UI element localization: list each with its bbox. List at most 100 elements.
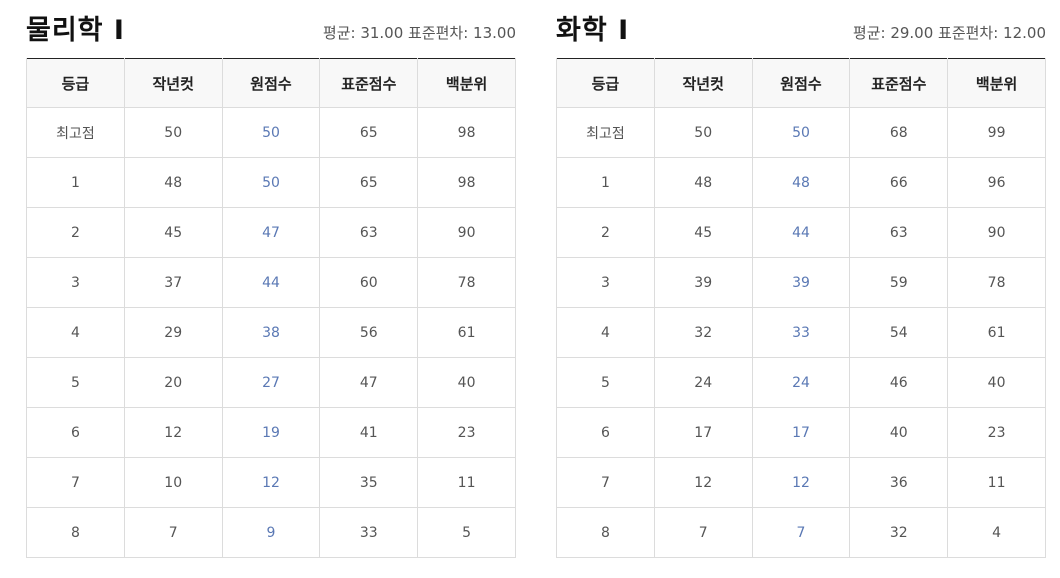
table-cell: 최고점 <box>556 107 655 158</box>
table-cell: 11 <box>417 457 516 508</box>
table-cell: 9 <box>221 507 321 558</box>
grade-table: 등급 작년컷 원점수 표준점수 백분위 최고점 50 50 65 98 1 48 50 65 98 2 45 47… <box>26 58 516 558</box>
table-cell: 12 <box>123 407 223 458</box>
table-cell: 63 <box>849 207 949 258</box>
table-cell: 12 <box>221 457 321 508</box>
table-cell: 35 <box>319 457 419 508</box>
panel-title: 물리학 Ⅰ <box>26 15 125 46</box>
panel-stats: 평균: 31.00 표준편차: 13.00 <box>322 24 516 42</box>
table-row: 최고점 50 50 68 99 <box>556 107 1046 158</box>
table-row: 6 12 19 41 23 <box>26 407 516 458</box>
table-cell: 56 <box>319 307 419 358</box>
table-cell: 32 <box>653 307 753 358</box>
table-cell: 65 <box>319 107 419 158</box>
table-cell: 44 <box>221 257 321 308</box>
table-cell: 40 <box>947 357 1046 408</box>
table-cell: 12 <box>653 457 753 508</box>
table-cell: 10 <box>123 457 223 508</box>
table-cell: 61 <box>947 307 1046 358</box>
table-cell: 8 <box>26 507 125 558</box>
column-header: 표준점수 <box>319 58 419 108</box>
table-cell: 23 <box>947 407 1046 458</box>
table-cell: 33 <box>751 307 851 358</box>
column-header: 등급 <box>26 58 125 108</box>
table-cell: 48 <box>123 157 223 208</box>
table-cell: 27 <box>221 357 321 408</box>
table-cell: 66 <box>849 157 949 208</box>
table-cell: 41 <box>319 407 419 458</box>
table-row: 8 7 7 32 4 <box>556 507 1046 558</box>
column-header: 작년컷 <box>653 58 753 108</box>
table-cell: 90 <box>417 207 516 258</box>
table-cell: 48 <box>751 157 851 208</box>
table-row: 3 37 44 60 78 <box>26 257 516 308</box>
table-cell: 1 <box>556 157 655 208</box>
table-row: 1 48 48 66 96 <box>556 157 1046 208</box>
table-cell: 90 <box>947 207 1046 258</box>
table-cell: 50 <box>653 107 753 158</box>
panel-header: 물리학 Ⅰ 평균: 31.00 표준편차: 13.00 <box>26 0 516 58</box>
column-header: 원점수 <box>751 58 851 108</box>
table-cell: 7 <box>556 457 655 508</box>
table-cell: 19 <box>221 407 321 458</box>
table-cell: 78 <box>947 257 1046 308</box>
table-cell: 68 <box>849 107 949 158</box>
physics-panel: 물리학 Ⅰ 평균: 31.00 표준편차: 13.00 등급 작년컷 원점수 표준점수… <box>26 0 516 558</box>
column-header: 원점수 <box>221 58 321 108</box>
table-cell: 54 <box>849 307 949 358</box>
table-cell: 61 <box>417 307 516 358</box>
table-row: 3 39 39 59 78 <box>556 257 1046 308</box>
table-cell: 4 <box>556 307 655 358</box>
table-cell: 98 <box>417 157 516 208</box>
table-row: 1 48 50 65 98 <box>26 157 516 208</box>
table-cell: 3 <box>556 257 655 308</box>
table-cell: 11 <box>947 457 1046 508</box>
table-cell: 38 <box>221 307 321 358</box>
panel-title: 화학 Ⅰ <box>556 15 630 46</box>
table-cell: 45 <box>123 207 223 258</box>
table-cell: 96 <box>947 157 1046 208</box>
column-header: 백분위 <box>417 58 516 108</box>
table-cell: 12 <box>751 457 851 508</box>
table-cell: 5 <box>26 357 125 408</box>
table-cell: 7 <box>653 507 753 558</box>
table-cell: 2 <box>26 207 125 258</box>
table-cell: 32 <box>849 507 949 558</box>
panel-stats: 평균: 29.00 표준편차: 12.00 <box>852 24 1046 42</box>
table-cell: 5 <box>556 357 655 408</box>
table-cell: 40 <box>849 407 949 458</box>
table-row: 6 17 17 40 23 <box>556 407 1046 458</box>
column-header: 표준점수 <box>849 58 949 108</box>
table-cell: 29 <box>123 307 223 358</box>
column-header: 백분위 <box>947 58 1046 108</box>
table-cell: 20 <box>123 357 223 408</box>
table-row: 5 20 27 47 40 <box>26 357 516 408</box>
column-header: 작년컷 <box>123 58 223 108</box>
table-cell: 6 <box>556 407 655 458</box>
table-cell: 44 <box>751 207 851 258</box>
table-cell: 48 <box>653 157 753 208</box>
table-cell: 63 <box>319 207 419 258</box>
panel-header: 화학 Ⅰ 평균: 29.00 표준편차: 12.00 <box>556 0 1046 58</box>
grade-table: 등급 작년컷 원점수 표준점수 백분위 최고점 50 50 68 99 1 48 48 66 96 2 45 44… <box>556 58 1046 558</box>
table-cell: 46 <box>849 357 949 408</box>
table-cell: 8 <box>556 507 655 558</box>
table-cell: 24 <box>653 357 753 408</box>
column-header: 등급 <box>556 58 655 108</box>
table-row: 최고점 50 50 65 98 <box>26 107 516 158</box>
table-row: 4 29 38 56 61 <box>26 307 516 358</box>
table-cell: 37 <box>123 257 223 308</box>
table-cell: 65 <box>319 157 419 208</box>
table-header-row: 등급 작년컷 원점수 표준점수 백분위 <box>556 58 1046 108</box>
table-cell: 7 <box>26 457 125 508</box>
table-row: 2 45 44 63 90 <box>556 207 1046 258</box>
table-cell: 39 <box>653 257 753 308</box>
table-cell: 24 <box>751 357 851 408</box>
table-cell: 6 <box>26 407 125 458</box>
table-cell: 78 <box>417 257 516 308</box>
table-cell: 3 <box>26 257 125 308</box>
table-cell: 59 <box>849 257 949 308</box>
table-cell: 39 <box>751 257 851 308</box>
table-cell: 45 <box>653 207 753 258</box>
table-cell: 98 <box>417 107 516 158</box>
